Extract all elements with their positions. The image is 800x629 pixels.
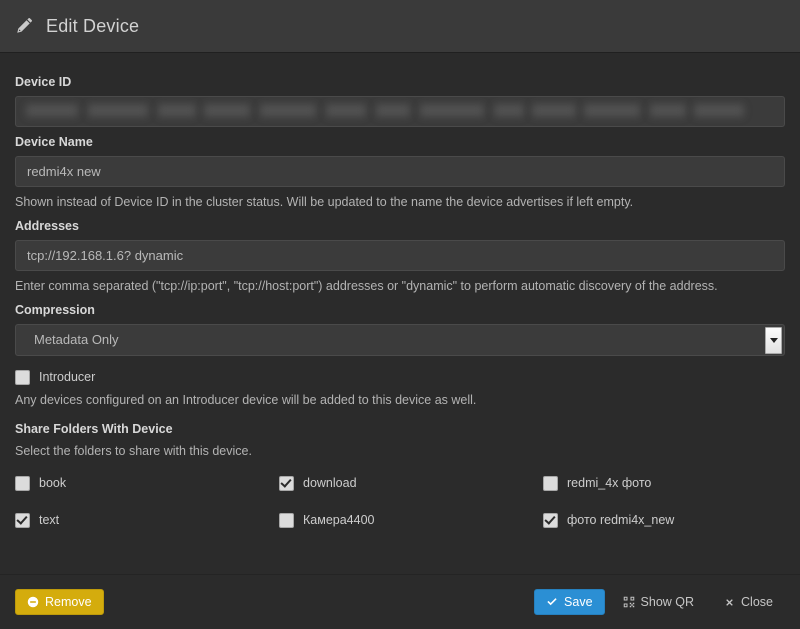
folder-checkbox-text[interactable] — [15, 512, 30, 528]
folder-row-kamera4400[interactable]: Камера4400 — [279, 512, 543, 528]
folder-checkbox-redmi-4x-foto[interactable] — [543, 475, 558, 491]
pencil-icon — [16, 17, 34, 35]
folder-label-text: text — [39, 513, 60, 527]
folder-row-redmi-4x-foto[interactable]: redmi_4x фото — [543, 475, 785, 491]
folder-label-download: download — [303, 476, 357, 490]
folder-label-book: book — [39, 476, 67, 490]
modal-header: Edit Device — [0, 0, 800, 53]
device-id-redaction — [16, 97, 784, 126]
remove-button[interactable]: Remove — [15, 589, 104, 615]
folder-row-foto-redmi4x-new[interactable]: фото redmi4x_new — [543, 512, 785, 528]
share-folders-title: Share Folders With Device — [15, 421, 173, 436]
show-qr-button[interactable]: Show QR — [611, 589, 707, 615]
folder-label-kamera4400: Камера4400 — [303, 513, 375, 527]
introducer-row[interactable]: Introducer — [15, 369, 785, 385]
introducer-checkbox[interactable] — [15, 369, 30, 385]
share-folders-help: Select the folders to share with this de… — [15, 443, 252, 458]
modal-body: Device ID Device Name redmi4x new Shown … — [0, 53, 800, 574]
folder-label-redmi-4x-foto: redmi_4x фото — [567, 476, 652, 490]
addresses-label: Addresses — [15, 218, 79, 233]
check-icon — [546, 596, 558, 608]
folder-row-text[interactable]: text — [15, 512, 279, 528]
device-id-label: Device ID — [15, 75, 72, 89]
minus-circle-icon — [27, 596, 39, 608]
device-name-label: Device Name — [15, 135, 93, 149]
folder-row-book[interactable]: book — [15, 475, 279, 491]
close-button[interactable]: Close — [712, 589, 785, 615]
folder-row-download[interactable]: download — [279, 475, 543, 491]
qr-code-icon — [623, 596, 635, 608]
addresses-input[interactable]: tcp://192.168.1.6? dynamic — [15, 239, 785, 271]
compression-select-wrap: Metadata Only — [15, 323, 785, 356]
show-qr-button-label: Show QR — [640, 595, 695, 609]
footer-actions: Save Show QR Close — [534, 589, 785, 615]
save-button[interactable]: Save — [534, 589, 605, 615]
remove-button-label: Remove — [45, 595, 92, 609]
device-id-field[interactable] — [15, 96, 785, 127]
save-button-label: Save — [564, 595, 593, 609]
close-button-label: Close — [741, 595, 773, 609]
folder-checkbox-download[interactable] — [279, 475, 294, 491]
edit-device-modal: Edit Device Device ID Device Name redmi4… — [0, 0, 800, 629]
folder-checkbox-foto-redmi4x-new[interactable] — [543, 512, 558, 528]
share-folders-grid: book download redmi_4x фото text Камера4… — [15, 470, 785, 534]
compression-select[interactable]: Metadata Only — [15, 323, 785, 356]
modal-footer: Remove Save Show QR Close — [0, 574, 800, 629]
compression-label: Compression — [15, 302, 95, 317]
folder-checkbox-book[interactable] — [15, 475, 30, 491]
chevron-down-icon[interactable] — [765, 326, 782, 354]
introducer-label: Introducer — [39, 370, 96, 385]
folder-checkbox-kamera4400[interactable] — [279, 512, 294, 528]
introducer-help: Any devices configured on an Introducer … — [15, 392, 477, 407]
device-name-help: Shown instead of Device ID in the cluste… — [15, 195, 634, 209]
close-icon — [724, 597, 735, 608]
addresses-help: Enter comma separated ("tcp://ip:port", … — [15, 278, 718, 293]
folder-label-foto-redmi4x-new: фото redmi4x_new — [567, 513, 675, 527]
page-title: Edit Device — [46, 15, 140, 36]
device-name-input[interactable]: redmi4x new — [15, 156, 785, 187]
